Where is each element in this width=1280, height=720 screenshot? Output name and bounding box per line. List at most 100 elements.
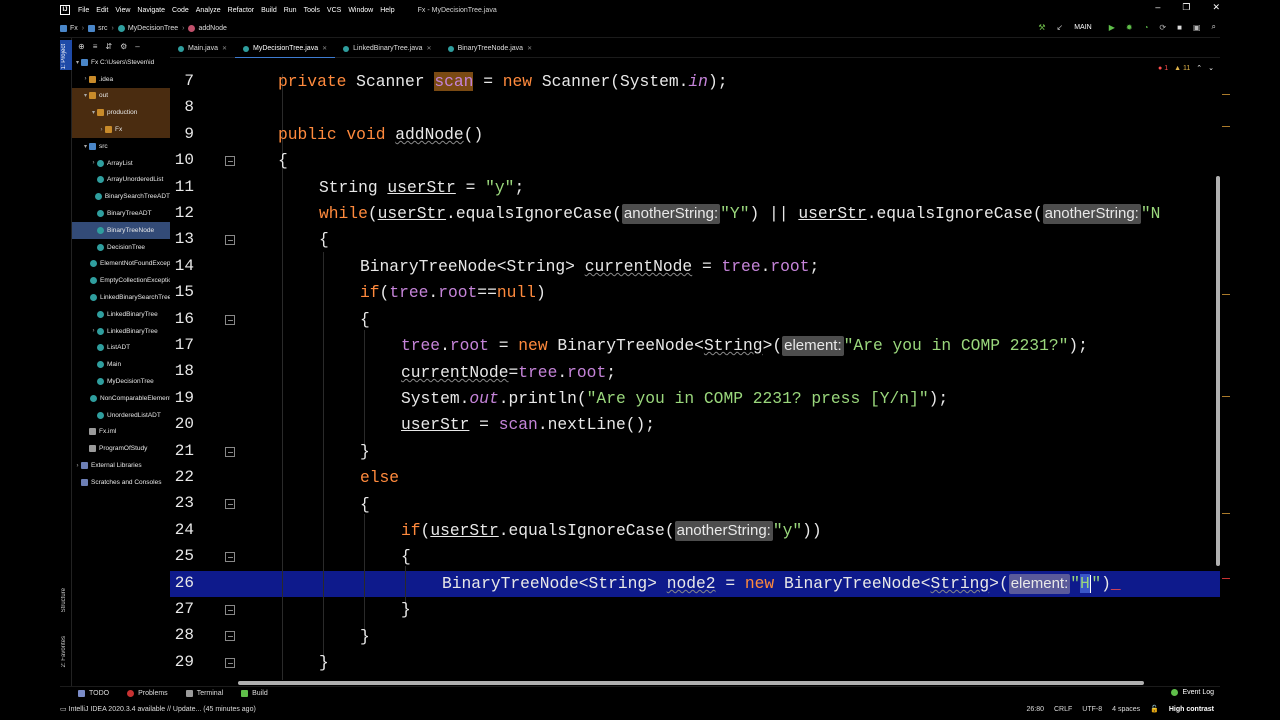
breadcrumb-class[interactable]: MyDecisionTree [117, 25, 178, 32]
project-tree-item[interactable]: Main [72, 356, 170, 373]
terminal-tab[interactable]: Terminal [185, 690, 223, 697]
menu-build[interactable]: Build [261, 7, 277, 14]
coverage-icon[interactable]: ◔ [1144, 23, 1149, 32]
file-encoding[interactable]: UTF-8 [1082, 706, 1102, 713]
warning-marker[interactable] [1222, 294, 1230, 295]
error-marker[interactable] [1222, 578, 1230, 579]
code-area[interactable]: private Scanner scan = new Scanner(Syste… [170, 58, 1220, 684]
warning-marker[interactable] [1222, 396, 1230, 397]
chevron-right-icon[interactable]: › [74, 463, 81, 469]
project-tree-item[interactable]: › ArrayList [72, 155, 170, 172]
breadcrumb-src[interactable]: src [88, 25, 107, 32]
project-tree-item[interactable]: BinaryTreeADT [72, 205, 170, 222]
restore-icon[interactable]: ❐ [1182, 2, 1190, 13]
lock-icon[interactable]: 🔓 [1150, 705, 1159, 713]
theme-indicator[interactable]: High contrast [1169, 706, 1214, 713]
close-icon[interactable]: ✕ [1212, 2, 1220, 13]
build-hammer-icon[interactable]: ⚒ [1038, 23, 1045, 32]
project-tree-item[interactable]: BinaryTreeNode [72, 221, 170, 239]
project-tree-item[interactable]: LinkedBinarySearchTree [72, 289, 170, 306]
back-arrow-icon[interactable]: ↙ [1057, 23, 1064, 32]
chevron-right-icon[interactable]: › [90, 160, 97, 166]
menu-view[interactable]: View [115, 7, 130, 14]
layout-icon[interactable]: ▭ [60, 705, 67, 713]
chevron-right-icon[interactable]: › [90, 328, 97, 334]
todo-tab[interactable]: TODO [78, 690, 109, 697]
project-structure-icon[interactable]: ▣ [1193, 23, 1201, 32]
hide-icon[interactable]: – [135, 42, 139, 51]
chevron-down-icon[interactable]: ▾ [82, 143, 89, 150]
run-icon[interactable]: ▶ [1109, 23, 1115, 32]
vertical-scrollbar[interactable] [1216, 176, 1220, 566]
structure-tab-label[interactable]: Structure [61, 588, 67, 612]
search-icon[interactable]: ⌕ [1212, 22, 1216, 32]
chevron-up-icon[interactable]: ⌃ [1196, 64, 1202, 72]
chevron-down-icon[interactable]: ▾ [90, 109, 97, 116]
event-log-tab[interactable]: Event Log [1171, 689, 1214, 696]
menu-analyze[interactable]: Analyze [196, 7, 221, 14]
inspection-widget[interactable]: ● 1 ▲ 11 ⌃ ⌄ [1158, 64, 1214, 73]
warning-marker[interactable] [1222, 94, 1230, 95]
project-tree-item[interactable]: Scratches and Consoles [72, 474, 170, 491]
project-tree-item[interactable]: BinarySearchTreeADT [72, 188, 170, 205]
project-tree-item[interactable]: ElementNotFoundException [72, 256, 170, 273]
close-tab-icon[interactable]: ✕ [322, 45, 327, 52]
menu-tools[interactable]: Tools [304, 7, 320, 14]
warning-marker[interactable] [1222, 126, 1230, 127]
problems-tab[interactable]: Problems [127, 690, 168, 697]
menu-refactor[interactable]: Refactor [228, 7, 254, 14]
project-tree-item[interactable]: DecisionTree [72, 239, 170, 256]
menu-edit[interactable]: Edit [96, 7, 108, 14]
profile-icon[interactable]: ⟳ [1159, 23, 1166, 32]
chevron-down-icon[interactable]: ⌄ [1208, 64, 1214, 72]
status-message[interactable]: IntelliJ IDEA 2020.3.4 available // Upda… [69, 706, 256, 713]
expand-icon[interactable]: ⇵ [105, 42, 112, 51]
project-tree-item[interactable]: › Fx [72, 121, 170, 138]
horizontal-scrollbar[interactable] [238, 681, 1144, 685]
project-tree-item[interactable]: › LinkedBinaryTree [72, 323, 170, 340]
chevron-down-icon[interactable]: ▾ [74, 59, 81, 66]
close-tab-icon[interactable]: ✕ [427, 45, 432, 52]
menu-help[interactable]: Help [380, 7, 394, 14]
project-tool-tab[interactable]: 1: Project [60, 40, 72, 70]
indent-setting[interactable]: 4 spaces [1112, 706, 1140, 713]
project-tree-item[interactable]: › External Libraries [72, 457, 170, 474]
project-tree-item[interactable]: LinkedBinaryTree [72, 306, 170, 323]
close-tab-icon[interactable]: ✕ [222, 45, 227, 52]
debug-icon[interactable]: ✹ [1126, 23, 1133, 32]
project-tree-item[interactable]: Fx.iml [72, 424, 170, 441]
code-editor[interactable]: 7 8 9 10 11 12 13 14 15 16 17 18 19 20 21 22 23 24 25 26 27 2… [170, 58, 1220, 684]
build-tab[interactable]: Build [241, 690, 268, 697]
project-tree-item[interactable]: ▾ production [72, 104, 170, 122]
project-tree-item[interactable]: MyDecisionTree [72, 373, 170, 390]
menu-file[interactable]: File [78, 7, 89, 14]
editor-tab[interactable]: Main.java ✕ [170, 40, 235, 58]
project-tree-item[interactable]: ProgramOfStudy [72, 440, 170, 457]
menu-run[interactable]: Run [284, 7, 297, 14]
project-tree-item[interactable]: ▾ src [72, 138, 170, 155]
warning-marker[interactable] [1222, 513, 1230, 514]
menu-window[interactable]: Window [348, 7, 373, 14]
project-tree-item[interactable]: ▾ out [72, 87, 170, 105]
chevron-right-icon[interactable]: › [98, 127, 105, 133]
caret-position[interactable]: 26:80 [1026, 706, 1044, 713]
chevron-right-icon[interactable]: › [82, 76, 89, 82]
line-separator[interactable]: CRLF [1054, 706, 1072, 713]
breadcrumb-project[interactable]: Fx [60, 25, 78, 32]
project-tree-item[interactable]: ListADT [72, 340, 170, 357]
project-tree-item[interactable]: ArrayUnorderedList [72, 172, 170, 189]
close-tab-icon[interactable]: ✕ [527, 45, 532, 52]
project-tree-item[interactable]: NonComparableElementException [72, 390, 170, 407]
favorites-tab-label[interactable]: 2: Favorites [61, 636, 67, 667]
editor-tab[interactable]: MyDecisionTree.java ✕ [235, 40, 336, 59]
project-tree-item[interactable]: EmptyCollectionException [72, 272, 170, 289]
breadcrumb-method[interactable]: addNode [188, 25, 227, 32]
project-tree-item[interactable]: › .idea [72, 71, 170, 88]
globe-icon[interactable]: ⊕ [78, 42, 85, 51]
gear-icon[interactable]: ⚙ [120, 42, 127, 51]
stop-icon[interactable]: ■ [1177, 23, 1182, 32]
minimize-icon[interactable]: – [1155, 2, 1160, 13]
project-tree-item[interactable]: ▾ Fx C:\Users\Steven\id [72, 54, 170, 71]
menu-vcs[interactable]: VCS [327, 7, 341, 14]
editor-tab[interactable]: BinaryTreeNode.java ✕ [440, 40, 541, 58]
